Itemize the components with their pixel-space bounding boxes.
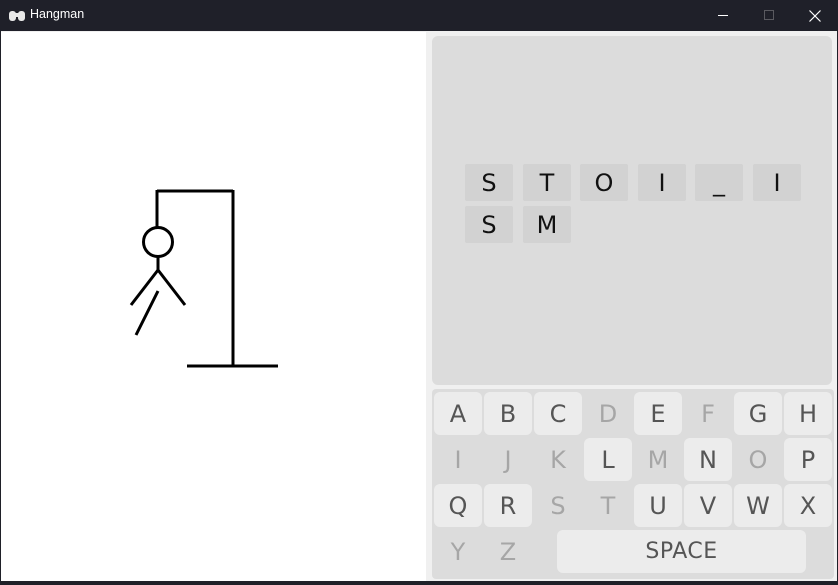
letter-tile-blank: _: [695, 164, 743, 201]
minimize-button[interactable]: [700, 0, 746, 31]
close-icon: [809, 9, 821, 22]
key-g[interactable]: G: [734, 392, 782, 435]
key-s[interactable]: S: [534, 484, 582, 527]
key-f[interactable]: F: [684, 392, 732, 435]
letter-keyboard: A B C D E F G H I J K L M N O P Q R S T …: [432, 389, 834, 579]
key-a[interactable]: A: [434, 392, 482, 435]
word-panel: S T O I _ I S M: [432, 36, 832, 385]
minimize-icon: [717, 15, 728, 16]
key-h[interactable]: H: [784, 392, 832, 435]
window-title: Hangman: [30, 7, 85, 21]
figure-head: [142, 226, 174, 258]
letter-tile: S: [465, 206, 513, 243]
maximize-button[interactable]: [746, 0, 792, 31]
key-v[interactable]: V: [684, 484, 732, 527]
client-area: S T O I _ I S M A B C D E F G H I J K L …: [1, 31, 837, 581]
key-m[interactable]: M: [634, 438, 682, 481]
key-z[interactable]: Z: [484, 530, 532, 573]
key-x[interactable]: X: [784, 484, 832, 527]
figure-right-arm: [156, 269, 187, 306]
key-k[interactable]: K: [534, 438, 582, 481]
app-icon: [9, 11, 25, 21]
letter-tile: T: [523, 164, 571, 201]
close-button[interactable]: [792, 0, 838, 31]
key-b[interactable]: B: [484, 392, 532, 435]
key-n[interactable]: N: [684, 438, 732, 481]
letter-tile: M: [523, 206, 571, 243]
letter-tile: S: [465, 164, 513, 201]
hangman-drawing: [129, 189, 278, 368]
maximize-icon: [763, 10, 774, 20]
key-j[interactable]: J: [484, 438, 532, 481]
key-u[interactable]: U: [634, 484, 682, 527]
key-w[interactable]: W: [734, 484, 782, 527]
key-c[interactable]: C: [534, 392, 582, 435]
key-e[interactable]: E: [634, 392, 682, 435]
key-p[interactable]: P: [784, 438, 832, 481]
letter-tile: O: [580, 164, 628, 201]
key-r[interactable]: R: [484, 484, 532, 527]
key-q[interactable]: Q: [434, 484, 482, 527]
key-l[interactable]: L: [584, 438, 632, 481]
title-bar: Hangman: [0, 0, 838, 31]
key-t[interactable]: T: [584, 484, 632, 527]
key-y[interactable]: Y: [434, 530, 482, 573]
space-key[interactable]: SPACE: [557, 530, 806, 573]
figure-left-leg: [134, 290, 160, 336]
letter-tile: I: [638, 164, 686, 201]
key-i[interactable]: I: [434, 438, 482, 481]
letter-tile: I: [753, 164, 801, 201]
key-o[interactable]: O: [734, 438, 782, 481]
key-d[interactable]: D: [584, 392, 632, 435]
hangman-canvas: [1, 32, 426, 581]
